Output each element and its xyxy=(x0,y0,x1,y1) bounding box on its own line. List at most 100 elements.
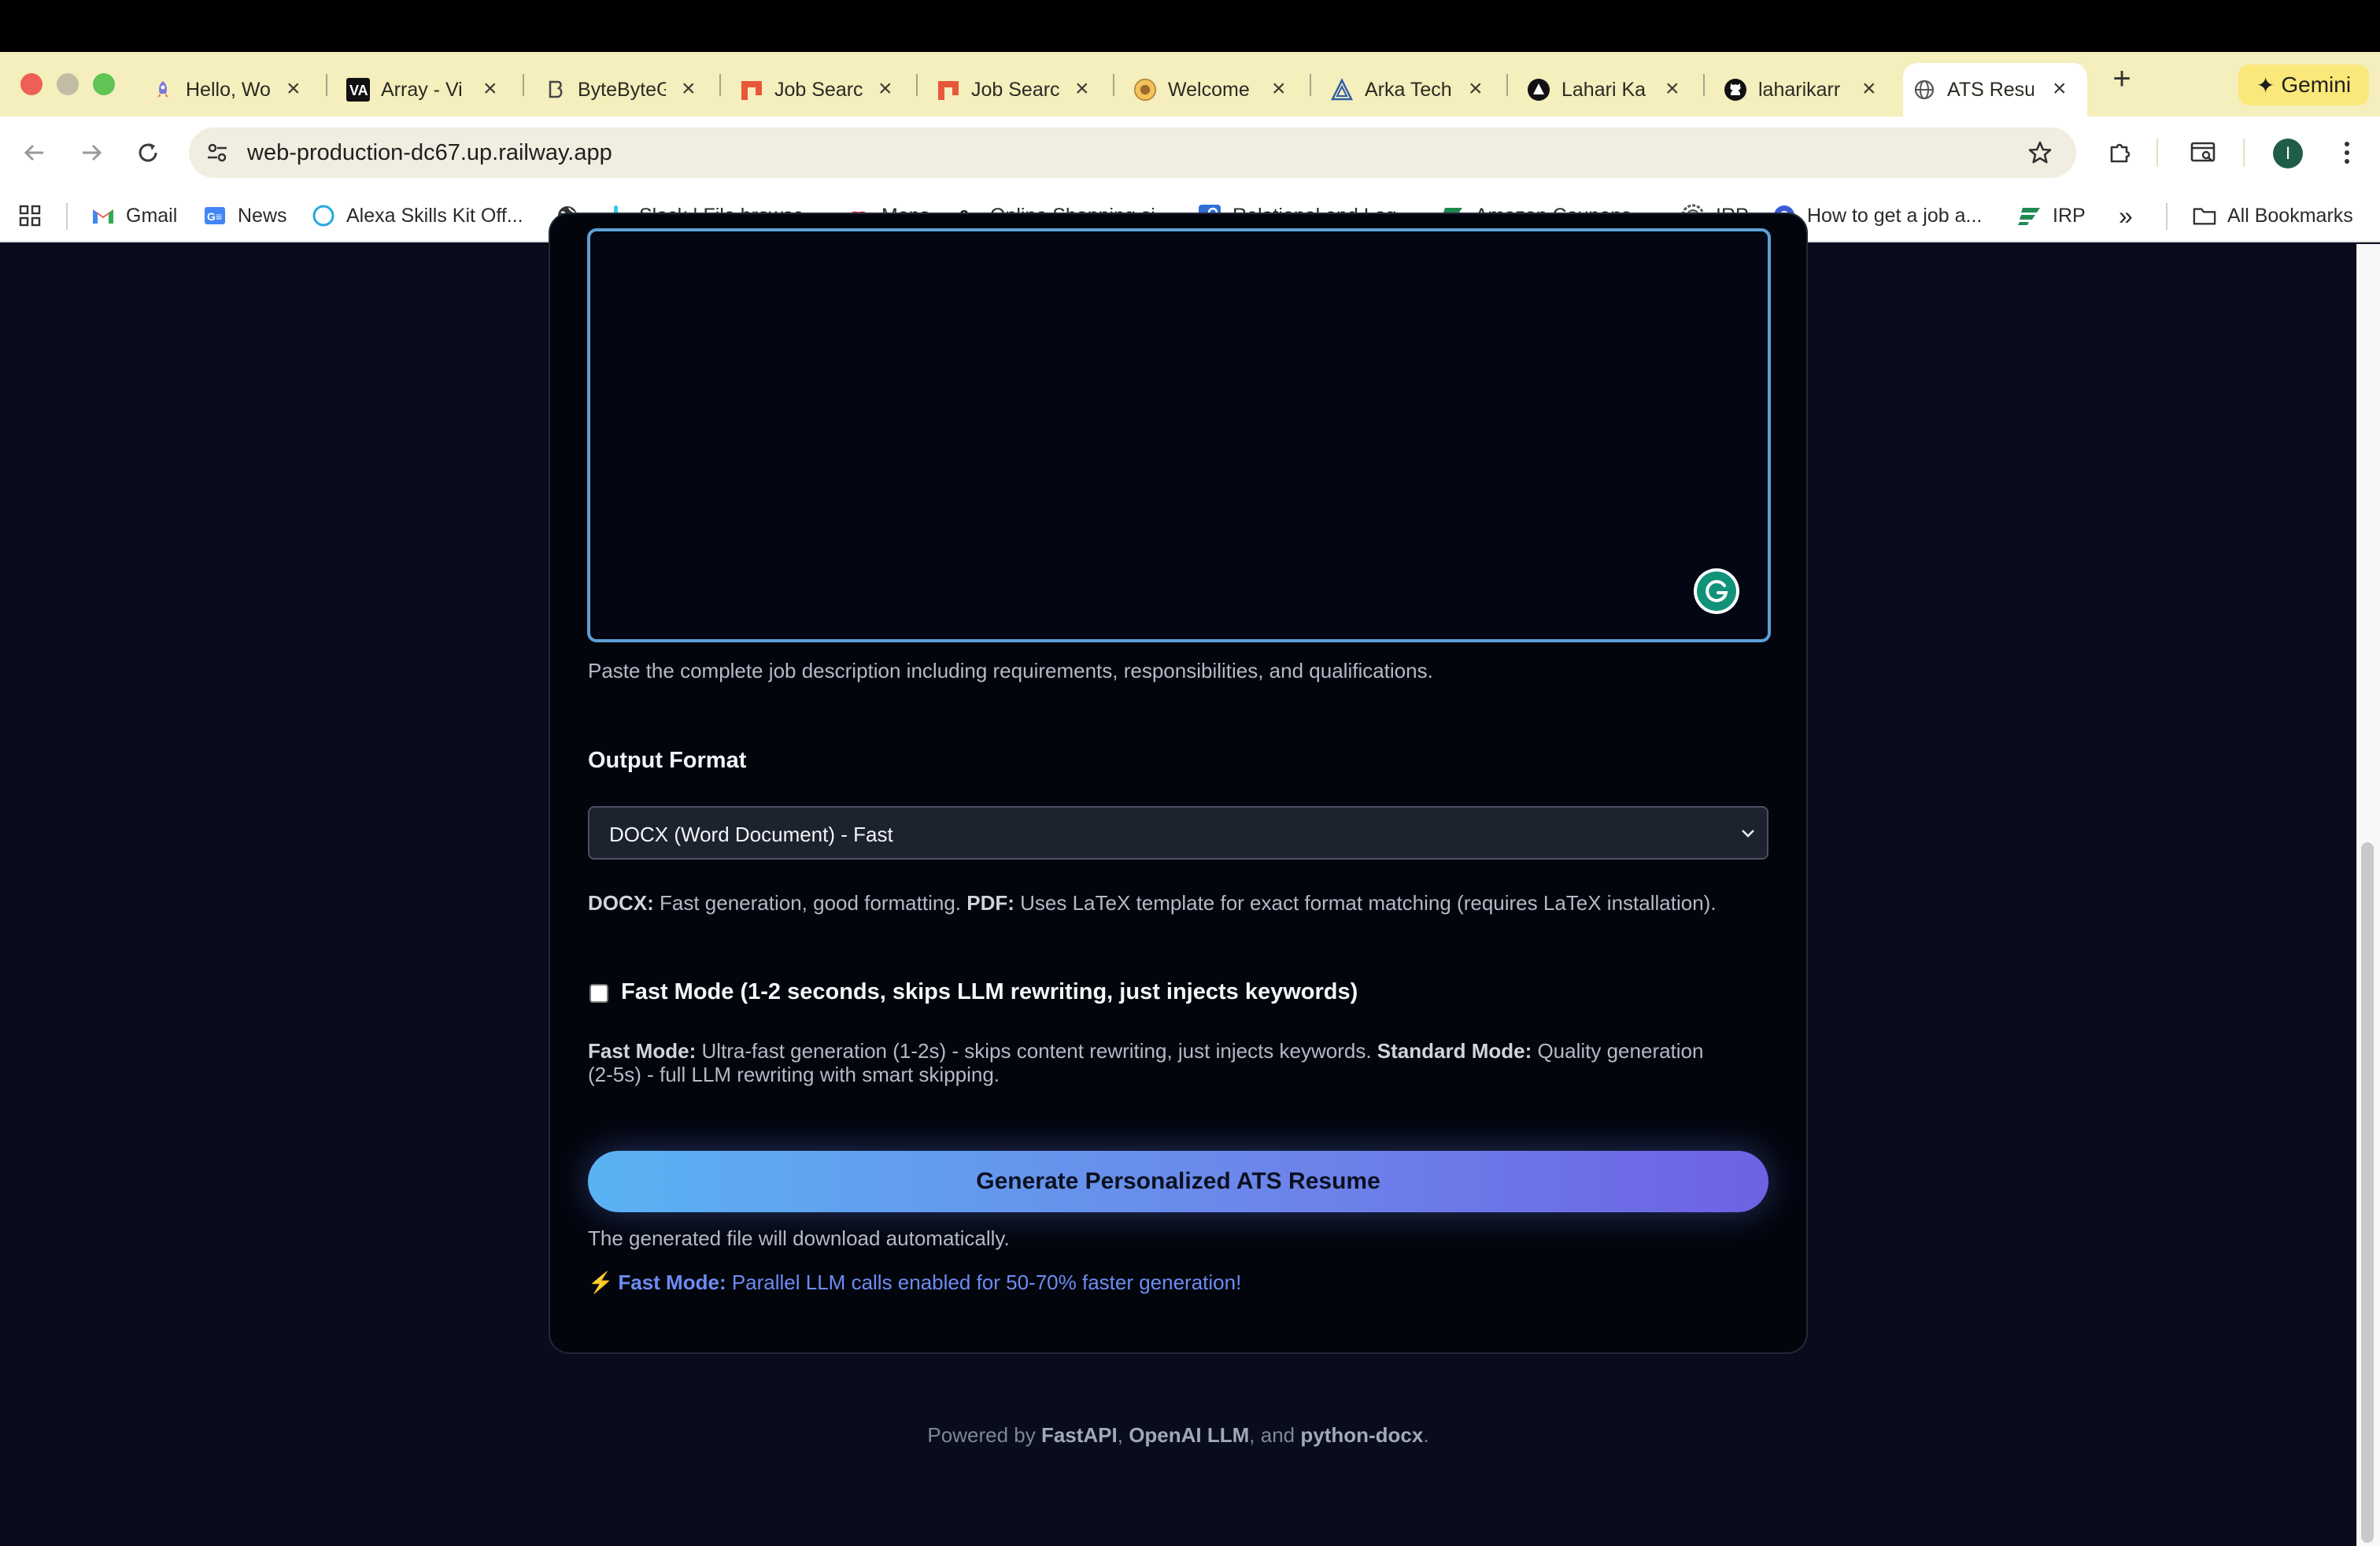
footer-python-docx: python-docx xyxy=(1300,1423,1424,1447)
footer-separator: , and xyxy=(1249,1423,1301,1447)
job-search-icon xyxy=(937,78,960,102)
all-bookmarks-button[interactable]: All Bookmarks xyxy=(2193,202,2353,230)
minimize-window-button[interactable] xyxy=(57,73,79,95)
rocket-icon xyxy=(151,78,175,102)
news-icon: G≡ xyxy=(203,204,227,227)
gemini-label: Gemini xyxy=(2281,72,2352,97)
tab-array[interactable]: VA Array - Vi × xyxy=(337,63,519,117)
profile-initial: I xyxy=(2285,143,2291,163)
tab-title: Job Searc xyxy=(774,79,863,101)
tab-hello-world[interactable]: Hello, Wo × xyxy=(142,63,323,117)
bookmarks-overflow-button[interactable]: » xyxy=(2119,202,2133,230)
tab-job-search-1[interactable]: Job Searc × xyxy=(730,63,913,117)
url-text: web-production-dc67.up.railway.app xyxy=(247,140,612,165)
tab-job-search-2[interactable]: Job Searc × xyxy=(927,63,1110,117)
sunflower-icon xyxy=(1133,78,1157,102)
close-tab-icon[interactable]: × xyxy=(2053,77,2067,101)
tab-title: Arka Tech xyxy=(1365,79,1452,101)
close-tab-icon[interactable]: × xyxy=(483,77,497,101)
address-bar[interactable]: web-production-dc67.up.railway.app xyxy=(189,128,2076,178)
close-tab-icon[interactable]: × xyxy=(1075,77,1089,101)
grammarly-icon[interactable] xyxy=(1692,567,1741,616)
chevron-down-icon xyxy=(1739,826,1757,841)
fast-mode-note: ⚡ Fast Mode: Parallel LLM calls enabled f… xyxy=(588,1270,1241,1295)
bookmark-star-icon[interactable] xyxy=(2024,137,2056,168)
fast-mode-checkbox[interactable] xyxy=(589,984,608,1003)
new-tab-button[interactable]: + xyxy=(2106,61,2138,96)
download-note: The generated file will download automat… xyxy=(588,1226,1010,1250)
pdf-text: Uses LaTeX template for exact format mat… xyxy=(1014,891,1717,915)
close-tab-icon[interactable]: × xyxy=(878,77,893,101)
tab-github[interactable]: laharikarr × xyxy=(1714,63,1897,117)
tab-title: Array - Vi xyxy=(381,79,463,101)
standard-mode-help-label: Standard Mode: xyxy=(1377,1039,1532,1063)
page-footer: Powered by FastAPI, OpenAI LLM, and pyth… xyxy=(0,1423,2356,1448)
scrollbar-thumb[interactable] xyxy=(2361,842,2374,1543)
pdf-label: PDF: xyxy=(966,891,1014,915)
job-search-icon xyxy=(740,78,763,102)
extensions-icon[interactable] xyxy=(2103,135,2138,170)
browser-toolbar: web-production-dc67.up.railway.app I xyxy=(0,117,2380,189)
profile-avatar[interactable]: I xyxy=(2273,139,2303,168)
bookmark-irp-2[interactable]: IRP xyxy=(2018,202,2086,230)
close-tab-icon[interactable]: × xyxy=(1862,77,1876,101)
tab-lahari[interactable]: Lahari Ka × xyxy=(1517,63,1700,117)
job-description-textarea[interactable] xyxy=(587,228,1771,642)
fast-mode-label[interactable]: Fast Mode (1-2 seconds, skips LLM rewrit… xyxy=(621,979,1358,1005)
sparkle-icon: ✦ xyxy=(2256,72,2275,98)
footer-separator: , xyxy=(1117,1423,1129,1447)
apps-grid-icon[interactable] xyxy=(16,202,44,230)
svg-text:VA: VA xyxy=(349,83,368,98)
forward-icon[interactable] xyxy=(76,137,107,168)
close-window-button[interactable] xyxy=(20,73,42,95)
fast-mode-title: Fast Mode xyxy=(621,979,734,1004)
alexa-icon xyxy=(312,204,335,227)
output-format-select[interactable]: DOCX (Word Document) - Fast xyxy=(588,806,1768,860)
footer-suffix: . xyxy=(1423,1423,1429,1447)
bookmark-label: IRP xyxy=(2053,204,2086,227)
fast-mode-help-text: Ultra-fast generation (1-2s) - skips con… xyxy=(696,1039,1377,1063)
tab-arka-tech[interactable]: Arka Tech × xyxy=(1321,63,1503,117)
tab-ats-resume[interactable]: ATS Resu × xyxy=(1903,63,2087,117)
bookmark-news[interactable]: G≡ News xyxy=(203,202,287,230)
mode-help-line-1: Fast Mode: Ultra-fast generation (1-2s) … xyxy=(588,1039,1703,1063)
menu-dots-icon[interactable] xyxy=(2331,137,2363,168)
bookmark-label: Alexa Skills Kit Off... xyxy=(346,204,523,227)
footer-fastapi: FastAPI xyxy=(1040,1423,1118,1447)
reload-icon[interactable] xyxy=(132,137,164,168)
tab-bytebytego[interactable]: ByteByteG × xyxy=(534,63,716,117)
close-tab-icon[interactable]: × xyxy=(1272,77,1286,101)
github-icon xyxy=(1724,78,1747,102)
footer-openai: OpenAI LLM xyxy=(1129,1423,1250,1447)
back-icon[interactable] xyxy=(19,137,50,168)
job-description-hint: Paste the complete job description inclu… xyxy=(588,659,1433,682)
output-format-value: DOCX (Word Document) - Fast xyxy=(609,823,893,846)
close-tab-icon[interactable]: × xyxy=(1665,77,1680,101)
tab-title: ATS Resu xyxy=(1947,79,2034,101)
tab-title: Hello, Wo xyxy=(186,79,271,101)
page-viewport: Paste the complete job description inclu… xyxy=(0,213,2380,1546)
va-logo-icon: VA xyxy=(346,78,370,102)
fast-mode-help-label: Fast Mode: xyxy=(588,1039,697,1063)
close-tab-icon[interactable]: × xyxy=(1469,77,1483,101)
tab-search-icon[interactable] xyxy=(2186,135,2221,170)
tab-strip: Hello, Wo × VA Array - Vi × ByteByteG × … xyxy=(0,52,2380,117)
output-format-help: DOCX: Fast generation, good formatting. … xyxy=(588,891,1717,915)
output-format-label: Output Format xyxy=(588,748,747,773)
tab-title: laharikarr xyxy=(1758,79,1841,101)
generate-resume-button[interactable]: Generate Personalized ATS Resume xyxy=(588,1151,1768,1212)
arka-icon xyxy=(1330,78,1354,102)
close-tab-icon[interactable]: × xyxy=(682,77,696,101)
gmail-icon xyxy=(91,204,115,227)
standard-mode-help-text: Quality generation xyxy=(1532,1039,1704,1063)
gemini-button[interactable]: ✦ Gemini xyxy=(2238,65,2369,105)
maximize-window-button[interactable] xyxy=(93,73,115,95)
fast-note-label: Fast Mode: xyxy=(618,1270,726,1294)
close-tab-icon[interactable]: × xyxy=(286,77,301,101)
site-settings-icon[interactable] xyxy=(203,139,231,167)
bookmark-alexa[interactable]: Alexa Skills Kit Off... xyxy=(312,202,523,230)
tab-welcome[interactable]: Welcome × xyxy=(1124,63,1306,117)
tab-title: Welcome xyxy=(1168,79,1250,101)
bookmark-gmail[interactable]: Gmail xyxy=(91,202,177,230)
docx-label: DOCX: xyxy=(588,891,654,915)
